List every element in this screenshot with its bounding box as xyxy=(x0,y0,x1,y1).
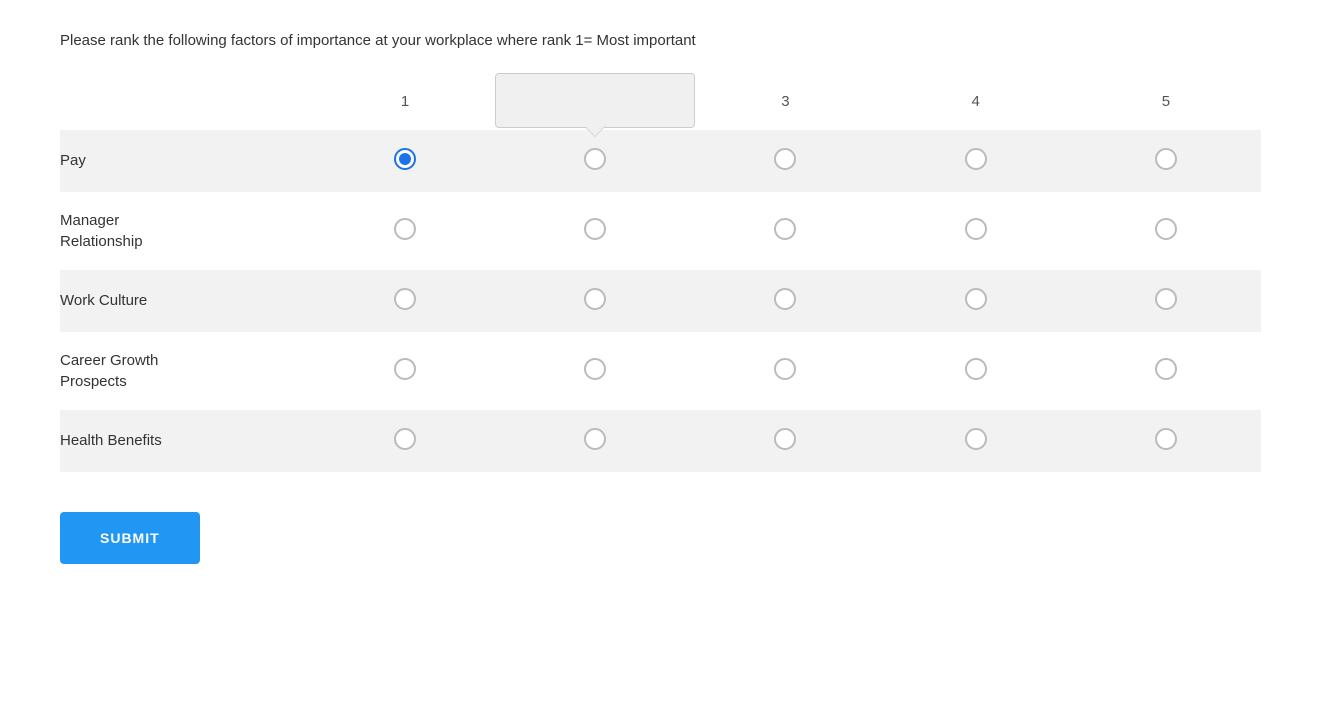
col-header-3: 3 xyxy=(690,93,880,130)
radio-wrapper-health-benefits-rank5 xyxy=(1155,428,1177,450)
cell-health-benefits-rank4 xyxy=(881,410,1071,472)
question-text: Please rank the following factors of imp… xyxy=(60,30,1261,53)
radio-wrapper-manager-relationship-rank1 xyxy=(394,218,416,240)
radio-manager-relationship-rank2[interactable] xyxy=(584,218,606,240)
radio-pay-rank2[interactable] xyxy=(584,148,606,170)
radio-pay-rank4[interactable] xyxy=(965,148,987,170)
cell-career-growth-rank1 xyxy=(310,332,500,410)
cell-work-culture-rank2 xyxy=(500,270,690,332)
radio-manager-relationship-rank1[interactable] xyxy=(394,218,416,240)
radio-work-culture-rank2[interactable] xyxy=(584,288,606,310)
radio-wrapper-health-benefits-rank2 xyxy=(584,428,606,450)
row-label-health-benefits: Health Benefits xyxy=(60,410,310,472)
cell-pay-rank2 xyxy=(500,130,690,192)
radio-wrapper-career-growth-rank4 xyxy=(965,358,987,380)
radio-wrapper-manager-relationship-rank4 xyxy=(965,218,987,240)
radio-wrapper-health-benefits-rank4 xyxy=(965,428,987,450)
cell-work-culture-rank1 xyxy=(310,270,500,332)
cell-manager-relationship-rank1 xyxy=(310,192,500,270)
cell-manager-relationship-rank2 xyxy=(500,192,690,270)
radio-work-culture-rank3[interactable] xyxy=(774,288,796,310)
cell-manager-relationship-rank5 xyxy=(1071,192,1261,270)
radio-wrapper-manager-relationship-rank5 xyxy=(1155,218,1177,240)
cell-health-benefits-rank5 xyxy=(1071,410,1261,472)
radio-work-culture-rank5[interactable] xyxy=(1155,288,1177,310)
cell-career-growth-rank3 xyxy=(690,332,880,410)
radio-wrapper-health-benefits-rank1 xyxy=(394,428,416,450)
cell-work-culture-rank3 xyxy=(690,270,880,332)
radio-manager-relationship-rank5[interactable] xyxy=(1155,218,1177,240)
row-label-manager-relationship: ManagerRelationship xyxy=(60,192,310,270)
radio-wrapper-work-culture-rank2 xyxy=(584,288,606,310)
radio-manager-relationship-rank3[interactable] xyxy=(774,218,796,240)
cell-work-culture-rank4 xyxy=(881,270,1071,332)
row-label-pay: Pay xyxy=(60,130,310,192)
radio-wrapper-work-culture-rank4 xyxy=(965,288,987,310)
radio-work-culture-rank1[interactable] xyxy=(394,288,416,310)
survey-table: 1 2 3 4 5 PayManagerRelationshipWork Cul… xyxy=(60,93,1261,472)
radio-work-culture-rank4[interactable] xyxy=(965,288,987,310)
radio-wrapper-career-growth-rank3 xyxy=(774,358,796,380)
radio-pay-rank5[interactable] xyxy=(1155,148,1177,170)
cell-work-culture-rank5 xyxy=(1071,270,1261,332)
radio-career-growth-rank4[interactable] xyxy=(965,358,987,380)
cell-health-benefits-rank2 xyxy=(500,410,690,472)
radio-wrapper-pay-rank4 xyxy=(965,148,987,170)
row-label-work-culture: Work Culture xyxy=(60,270,310,332)
radio-wrapper-pay-rank2 xyxy=(584,148,606,170)
radio-pay-rank3[interactable] xyxy=(774,148,796,170)
row-label-career-growth: Career GrowthProspects xyxy=(60,332,310,410)
cell-career-growth-rank4 xyxy=(881,332,1071,410)
radio-wrapper-career-growth-rank5 xyxy=(1155,358,1177,380)
cell-career-growth-rank5 xyxy=(1071,332,1261,410)
radio-career-growth-rank5[interactable] xyxy=(1155,358,1177,380)
radio-health-benefits-rank5[interactable] xyxy=(1155,428,1177,450)
radio-wrapper-work-culture-rank3 xyxy=(774,288,796,310)
col-header-label xyxy=(60,93,310,130)
cell-health-benefits-rank1 xyxy=(310,410,500,472)
cell-health-benefits-rank3 xyxy=(690,410,880,472)
radio-wrapper-career-growth-rank1 xyxy=(394,358,416,380)
col-header-1: 1 xyxy=(310,93,500,130)
radio-wrapper-career-growth-rank2 xyxy=(584,358,606,380)
radio-wrapper-pay-rank1 xyxy=(394,148,416,170)
radio-pay-rank1[interactable] xyxy=(394,148,416,170)
cell-career-growth-rank2 xyxy=(500,332,690,410)
cell-pay-rank3 xyxy=(690,130,880,192)
radio-wrapper-work-culture-rank1 xyxy=(394,288,416,310)
radio-health-benefits-rank2[interactable] xyxy=(584,428,606,450)
radio-wrapper-manager-relationship-rank3 xyxy=(774,218,796,240)
radio-career-growth-rank3[interactable] xyxy=(774,358,796,380)
radio-career-growth-rank2[interactable] xyxy=(584,358,606,380)
submit-button[interactable]: SUBMIT xyxy=(60,512,200,564)
cell-manager-relationship-rank3 xyxy=(690,192,880,270)
col-header-5: 5 xyxy=(1071,93,1261,130)
radio-wrapper-pay-rank5 xyxy=(1155,148,1177,170)
cell-manager-relationship-rank4 xyxy=(881,192,1071,270)
radio-manager-relationship-rank4[interactable] xyxy=(965,218,987,240)
radio-wrapper-work-culture-rank5 xyxy=(1155,288,1177,310)
radio-health-benefits-rank1[interactable] xyxy=(394,428,416,450)
radio-wrapper-manager-relationship-rank2 xyxy=(584,218,606,240)
tooltip-popup xyxy=(495,73,695,128)
cell-pay-rank5 xyxy=(1071,130,1261,192)
cell-pay-rank1 xyxy=(310,130,500,192)
radio-wrapper-health-benefits-rank3 xyxy=(774,428,796,450)
radio-health-benefits-rank4[interactable] xyxy=(965,428,987,450)
radio-career-growth-rank1[interactable] xyxy=(394,358,416,380)
radio-health-benefits-rank3[interactable] xyxy=(774,428,796,450)
radio-wrapper-pay-rank3 xyxy=(774,148,796,170)
col-header-4: 4 xyxy=(881,93,1071,130)
cell-pay-rank4 xyxy=(881,130,1071,192)
